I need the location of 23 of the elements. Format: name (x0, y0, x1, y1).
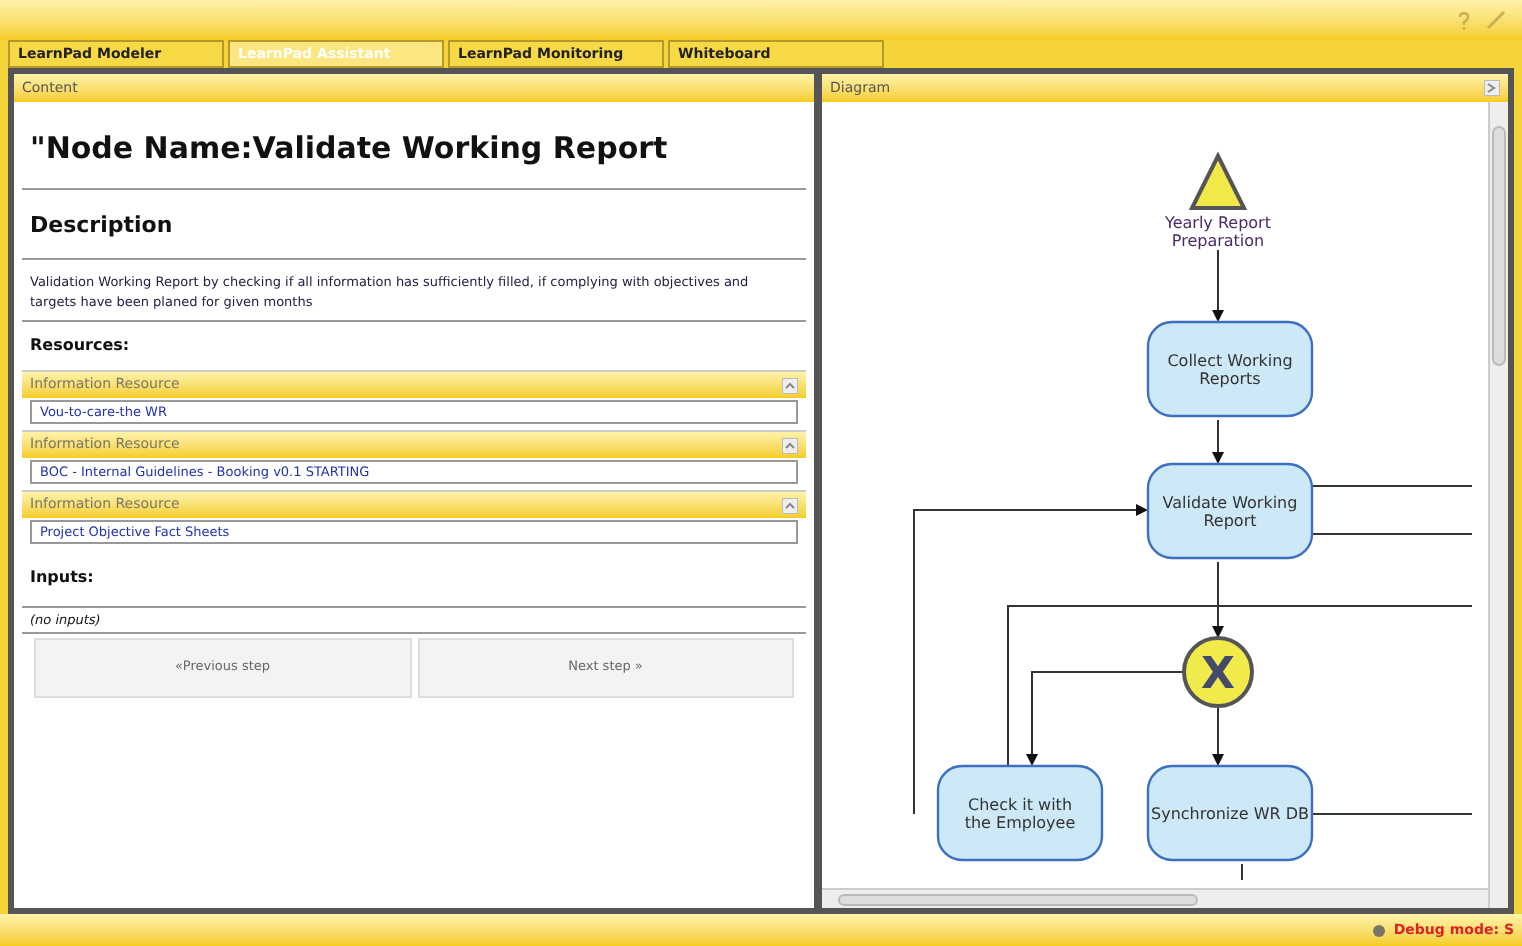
task-node: Check it with the Employee (936, 764, 1104, 862)
node-title: "Node Name:Validate Working Report (22, 110, 806, 189)
horizontal-scrollbar[interactable] (822, 888, 1488, 908)
connector-arrow (1212, 561, 1224, 638)
connector-line (1241, 863, 1243, 881)
task-node: Validate Working Report (1146, 462, 1314, 560)
section-heading: Inputs: (22, 550, 806, 608)
event-label: Yearly Report Preparation (1165, 214, 1271, 250)
exclusive-gateway: X (1182, 636, 1254, 708)
section-heading: Resources: (28, 334, 132, 358)
expand-icon[interactable] (1484, 80, 1500, 96)
task-node: Collect Working Reports (1146, 320, 1314, 418)
section-heading: Description (22, 193, 806, 260)
collapse-icon[interactable] (782, 497, 798, 513)
collapse-icon[interactable] (782, 437, 798, 453)
task-node: Synchronize WR DB (1146, 764, 1314, 862)
start-event-triangle (1188, 151, 1248, 210)
collapse-icon[interactable] (782, 377, 798, 393)
vertical-scrollbar[interactable] (1488, 102, 1508, 908)
connector-arrow (1212, 419, 1224, 464)
connector-arrow (1212, 707, 1224, 766)
connector-arrow (1212, 249, 1224, 322)
help-icon[interactable] (1458, 11, 1470, 29)
